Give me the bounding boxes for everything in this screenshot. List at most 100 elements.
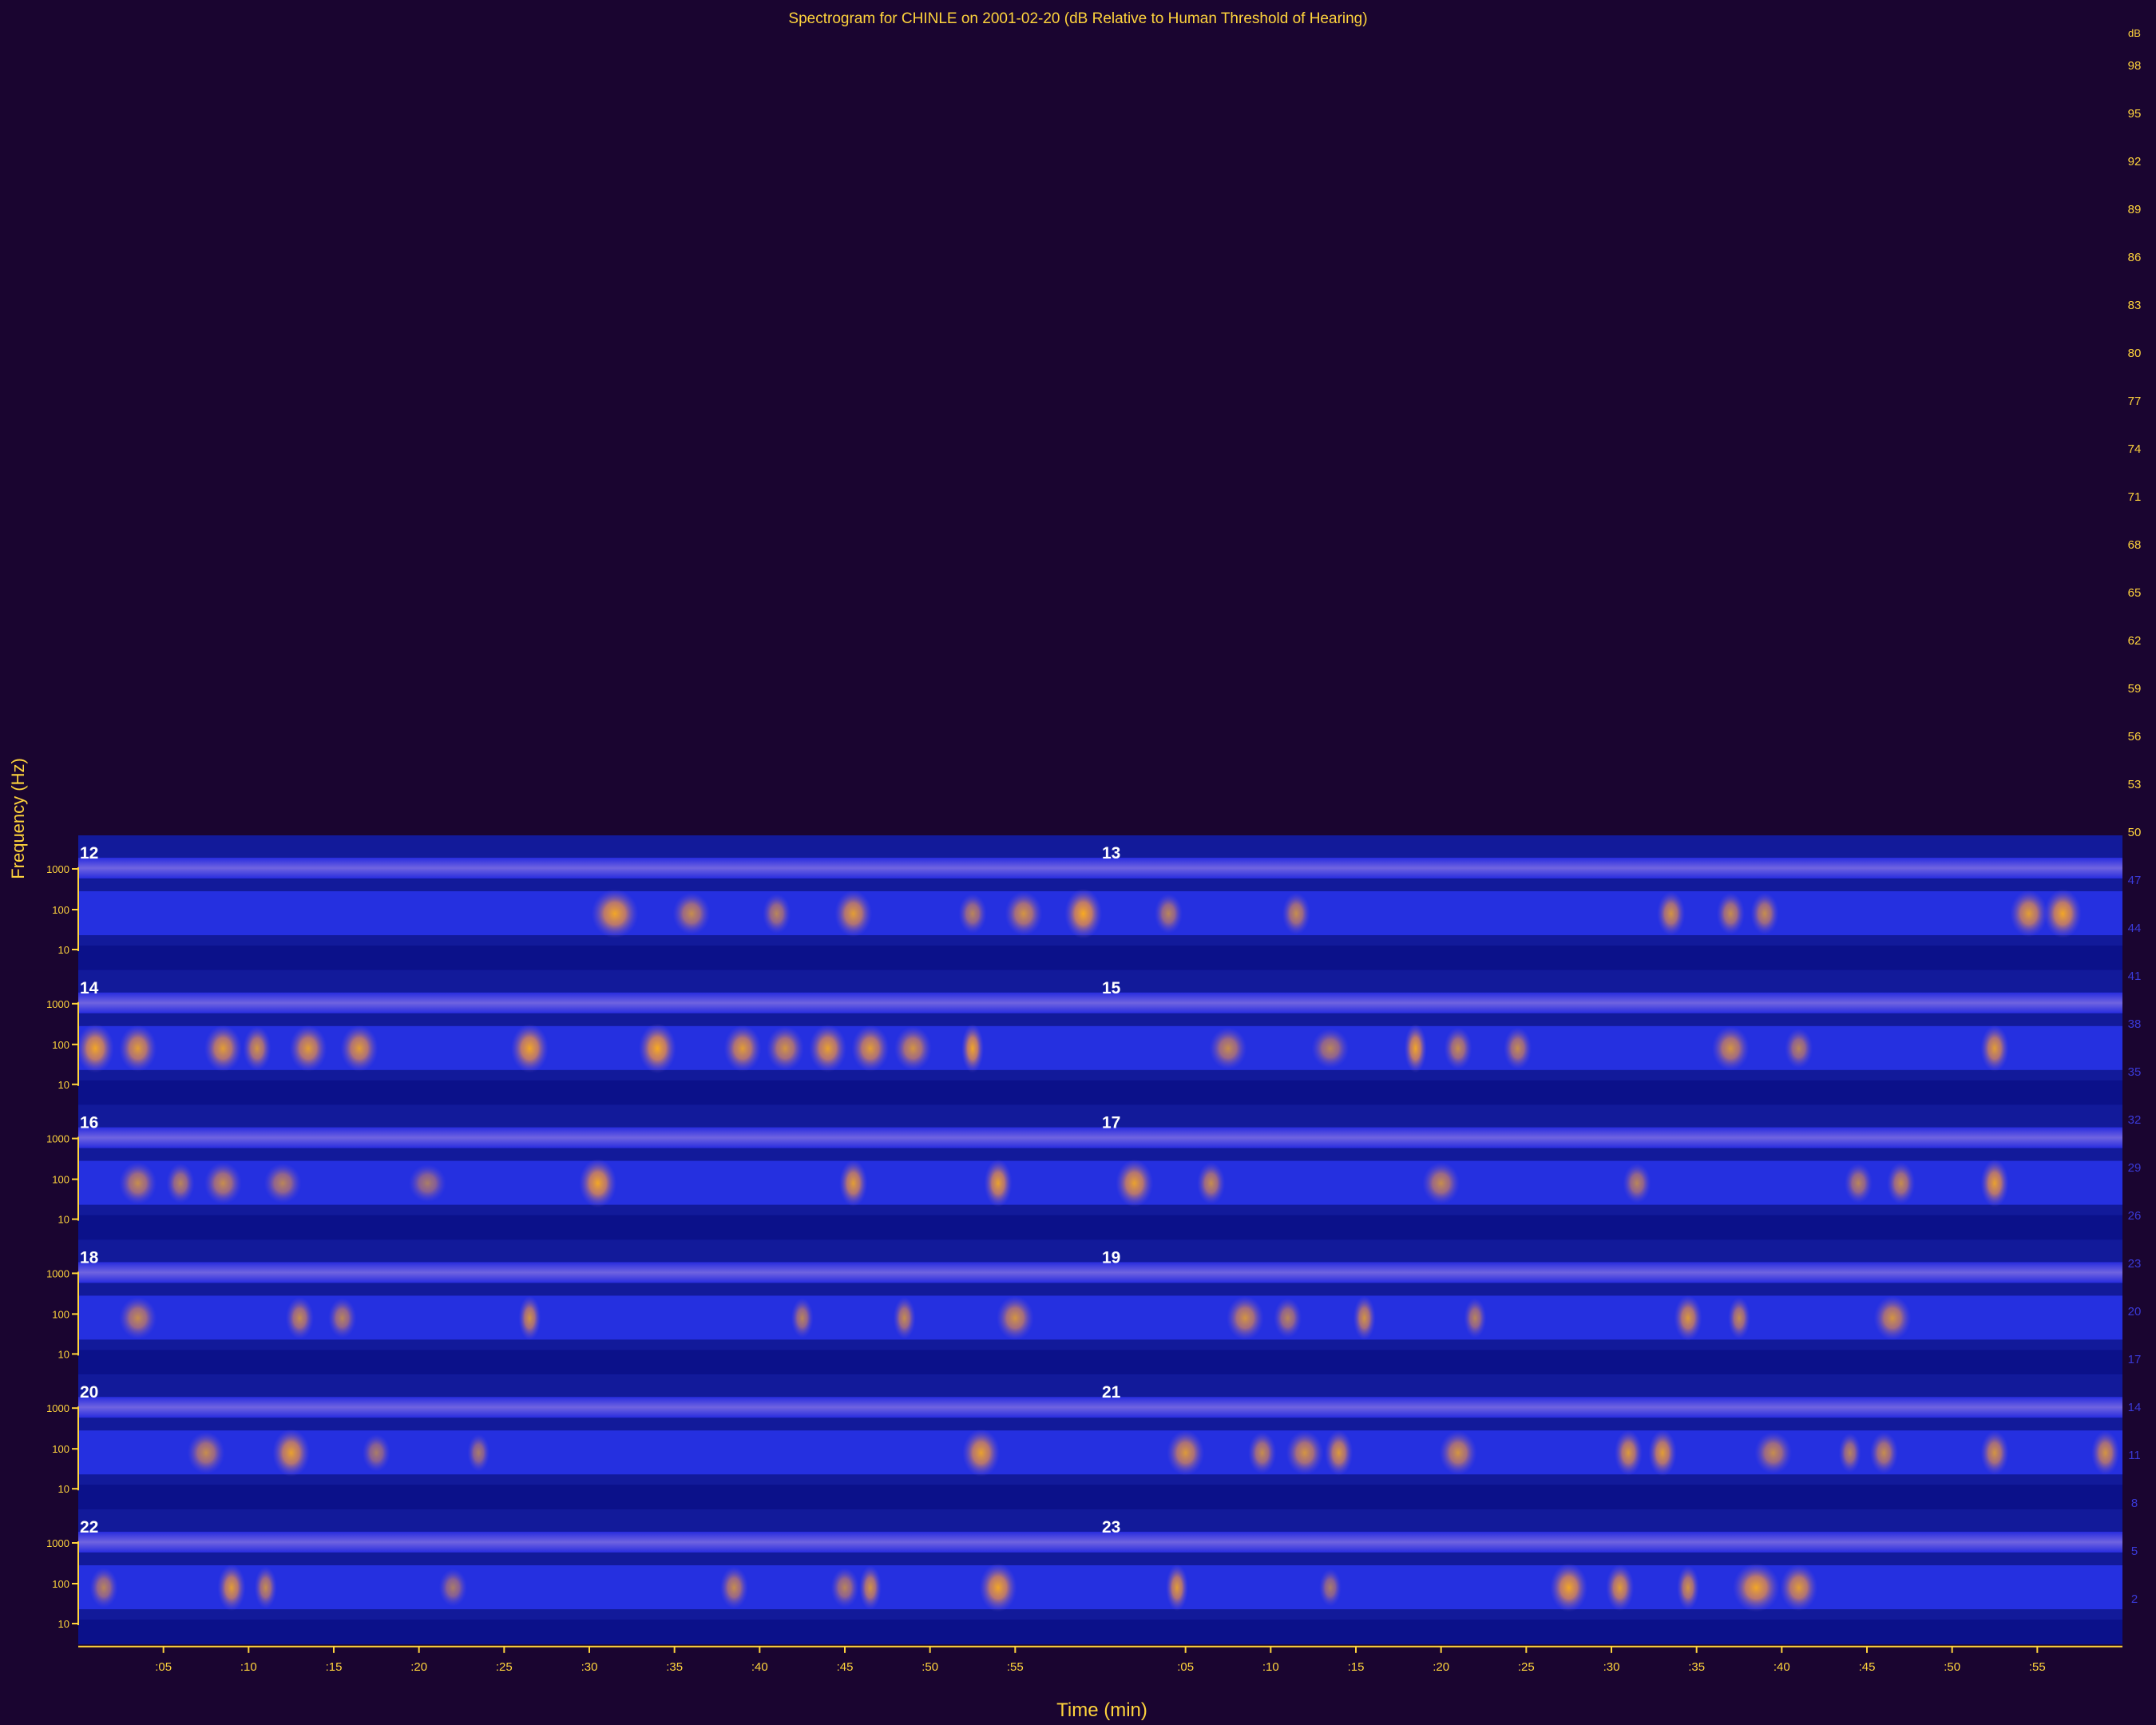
colorbar-tick-label: 71 (2128, 490, 2142, 504)
y-tick-label: 100 (52, 1578, 69, 1590)
colorbar-tick-label: 11 (2128, 1449, 2141, 1462)
noise-band (78, 1025, 2122, 1070)
spectrogram-event (859, 1565, 882, 1610)
y-tick-label: 1000 (46, 1402, 69, 1414)
y-tick-label: 100 (52, 1308, 69, 1320)
spectrogram-event (763, 894, 791, 934)
colorbar-tick-label: 38 (2128, 1017, 2142, 1031)
spectrogram-event (1325, 1430, 1353, 1476)
colorbar-tick-label: 29 (2128, 1161, 2142, 1175)
x-tick-label: :25 (496, 1660, 513, 1674)
spectrogram-event (518, 1295, 541, 1341)
spectrogram-event (1166, 1564, 1188, 1612)
spectrogram-event (1286, 1430, 1324, 1475)
spectrogram-event (1838, 1433, 1861, 1473)
spectrogram-event (830, 1568, 859, 1608)
spectrogram-event (996, 1295, 1034, 1341)
y-tick-label: 1000 (46, 863, 69, 875)
spectrogram-event (1657, 891, 1686, 936)
colorbar-tick-label: 50 (2128, 826, 2142, 839)
spectrogram-event (510, 1024, 549, 1073)
y-tick-label: 10 (58, 1618, 69, 1630)
spectrogram-event (1274, 1298, 1302, 1338)
spectrogram-event (1404, 1024, 1427, 1073)
colorbar-tick-label: 77 (2128, 395, 2142, 408)
colorbar-tick-label: 74 (2128, 442, 2142, 456)
spectrogram-event (809, 1024, 847, 1073)
colorbar-tick-label: 41 (2128, 970, 2142, 983)
hour-label: 20 (80, 1383, 98, 1402)
spectrogram-event (1873, 1295, 1912, 1341)
low-frequency-band (78, 946, 2122, 970)
x-tick-label: :20 (1433, 1660, 1449, 1674)
hour-label: 15 (1102, 979, 1121, 997)
spectrogram-event (328, 1298, 357, 1338)
x-tick-label: :35 (1688, 1660, 1705, 1674)
x-tick-label: :50 (921, 1660, 938, 1674)
spectrogram-event (2043, 889, 2082, 938)
spectrogram-event (119, 1025, 157, 1073)
spectrogram-event (119, 1297, 157, 1339)
spectrogram-event (89, 1568, 118, 1608)
spectrogram-chart: Spectrogram for CHINLE on 2001-02-20 (dB… (8, 10, 2142, 1721)
spectrogram-event (893, 1297, 916, 1339)
spectrogram-event (1887, 1162, 1916, 1204)
x-tick-label: :05 (155, 1660, 172, 1674)
hour-label: 23 (1102, 1518, 1120, 1537)
x-axis-label: Time (min) (1056, 1699, 1147, 1721)
spectrogram-event (1319, 1568, 1342, 1607)
spectrogram-event (1282, 892, 1310, 935)
y-tick-label: 10 (58, 1483, 69, 1495)
spectrogram-event (362, 1434, 390, 1472)
y-tick-label: 100 (52, 1174, 69, 1186)
y-tick-label: 100 (52, 1443, 69, 1455)
spectrogram-event (672, 892, 711, 935)
colorbar-tick-label: 92 (2128, 155, 2142, 169)
x-tick-label: :20 (410, 1660, 427, 1674)
x-tick-label: :55 (2029, 1660, 2046, 1674)
spectrogram-event (217, 1564, 246, 1612)
spectrogram-event (791, 1298, 814, 1338)
hour-label: 18 (80, 1248, 99, 1267)
hour-label: 14 (80, 979, 99, 997)
colorbar-tick-label: 47 (2128, 874, 2142, 887)
spectrogram-event (1785, 1028, 1813, 1069)
spectrogram-event (187, 1431, 225, 1474)
spectrogram-event (894, 1026, 932, 1071)
colorbar-tick-label: 14 (2128, 1401, 2142, 1414)
spectrogram-event (1648, 1430, 1677, 1477)
hour-label: 22 (80, 1518, 98, 1537)
high-frequency-band (78, 1532, 2122, 1552)
colorbar: dB 98 95 92 89 86 83 80 77 74 71 68 65 62 59 56 53 50 47 44… (2128, 27, 2142, 1606)
colorbar-tick-label: 80 (2128, 347, 2142, 360)
spectrogram-event (1248, 1431, 1277, 1474)
high-frequency-band (78, 1262, 2122, 1283)
spectrogram-event (1167, 1430, 1205, 1476)
x-tick-label: :40 (751, 1660, 768, 1674)
hour-label: 16 (80, 1114, 98, 1132)
spectrogram-event (285, 1297, 314, 1339)
spectrogram-event (438, 1568, 467, 1607)
y-tick-label: 10 (58, 1214, 69, 1226)
colorbar-tick-label: 59 (2128, 682, 2142, 696)
colorbar-tick-label: 8 (2131, 1497, 2138, 1510)
spectrogram-event (766, 1026, 804, 1071)
spectrogram-event (264, 1163, 302, 1204)
colorbar-tick-label: 62 (2128, 634, 2142, 648)
spectrogram-event (408, 1164, 446, 1203)
spectrogram-event (839, 1160, 868, 1207)
spectrogram-event (1005, 891, 1043, 936)
hour-label: 21 (1102, 1383, 1121, 1402)
spectrogram-event (1674, 1295, 1702, 1341)
colorbar-tick-label: 53 (2128, 778, 2142, 791)
colorbar-tick-label: 32 (2128, 1113, 2142, 1127)
spectrogram-event (289, 1025, 327, 1073)
spectrogram-event (1711, 1026, 1750, 1071)
y-tick-label: 10 (58, 1079, 69, 1091)
spectrogram-event (467, 1434, 490, 1472)
spectrogram-event (1422, 1162, 1460, 1204)
y-tick-label: 10 (58, 944, 69, 956)
spectrogram-event (1444, 1027, 1472, 1070)
spectrogram-event (272, 1429, 311, 1477)
x-tick-label: :50 (1944, 1660, 1960, 1674)
